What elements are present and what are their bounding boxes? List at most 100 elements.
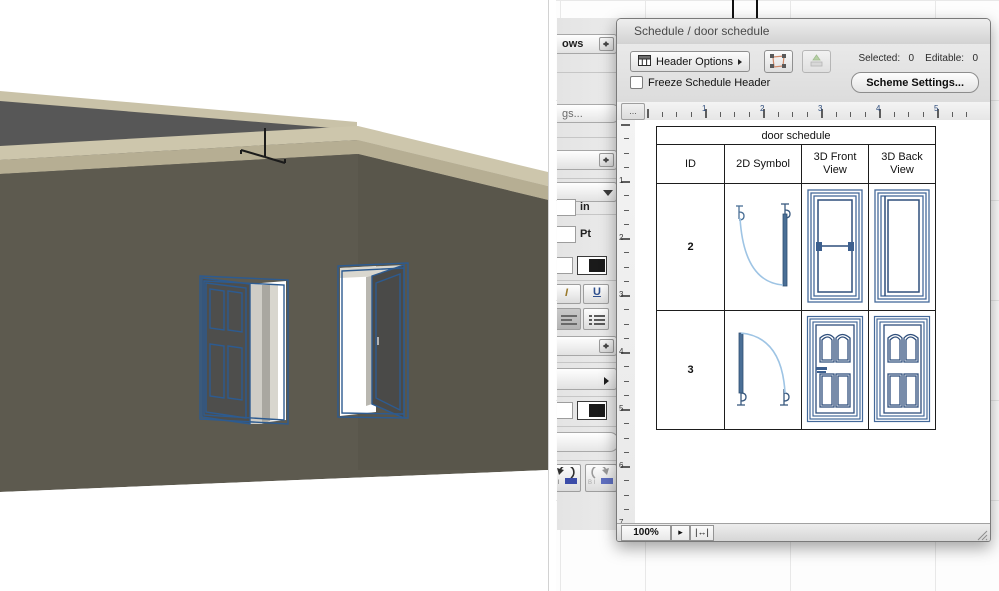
header-options-button[interactable]: Header Options [630,51,750,72]
ruler-tick [624,509,629,510]
door-swing-right-arc-icon [728,313,798,425]
scheme-settings-label: Scheme Settings... [866,77,964,89]
line-spacing-combo[interactable] [557,336,617,356]
ruler-tick [624,338,629,339]
schedule-sheet: door schedule ID 2D Symbol 3D Front View… [656,126,936,430]
settings-button[interactable]: gs... [557,104,621,123]
list-align-button[interactable] [583,308,609,330]
ruler-tick [624,138,629,139]
rows-combo[interactable]: ows [557,34,617,54]
rows-stepper[interactable] [599,37,614,51]
export-button[interactable] [802,50,831,73]
margin-pt-field[interactable] [557,226,576,243]
underline-button[interactable]: U [583,284,609,304]
ruler-tick [624,153,629,154]
font-size-combo[interactable] [557,150,617,170]
cell-id-row1: 2 [657,184,725,311]
four-panel-door-back-icon [872,314,932,424]
door-swing-left-arc-icon [728,186,798,306]
zoom-level-field[interactable]: 100% [621,525,671,541]
column-header-2d-symbol: 2D Symbol [725,145,802,184]
ruler-tick [624,480,629,481]
ruler-tick [624,281,629,282]
column-header-3d-back-line2: View [890,164,914,176]
zoom-popup-button[interactable]: ▸ [671,525,690,541]
four-panel-door-front-icon [805,314,865,424]
italic-button[interactable]: I [557,284,581,304]
ruler-tick [624,167,629,168]
ruler-number: 1 [702,104,706,113]
pen-field-1[interactable] [557,257,573,274]
door-left-3d [200,276,288,424]
horizontal-ruler[interactable]: ... 12345 [617,102,990,121]
font-size-stepper[interactable] [599,153,614,167]
more-options-button[interactable] [557,368,617,390]
cell-id-row2: 3 [657,311,725,430]
schedule-table[interactable]: door schedule ID 2D Symbol 3D Front View… [656,126,936,430]
ruler-number: 5 [619,404,623,413]
line-spacing-stepper[interactable] [599,339,614,353]
checkbox-box[interactable] [630,76,643,89]
ruler-tick [734,112,735,117]
ruler-number: 5 [934,104,938,113]
fill-swatch-2[interactable] [577,401,607,420]
vertical-ruler[interactable]: 1234567 [617,120,636,524]
ruler-number: 2 [760,104,764,113]
align-left-button[interactable] [557,308,581,330]
ruler-number: 1 [619,176,623,185]
palette-divider-8 [557,426,625,427]
freeze-schedule-header-label: Freeze Schedule Header [648,77,770,89]
selection-marquee-button[interactable] [764,50,793,73]
ruler-tick [908,112,909,117]
selected-value: 0 [908,53,914,64]
viewport-edge [548,0,549,591]
schedule-canvas[interactable]: door schedule ID 2D Symbol 3D Front View… [635,120,990,524]
apply-button[interactable] [557,432,619,452]
ruler-number: 2 [619,233,623,242]
table-row[interactable]: 3 [657,311,936,430]
grid-line-h [556,0,999,1]
ruler-tick [624,495,629,496]
table-row[interactable]: 2 [657,184,936,311]
rows-combo-label: ows [562,38,583,50]
chevron-down-icon [603,190,613,196]
settings-button-label: gs... [562,108,583,120]
ruler-number: 6 [619,461,623,470]
page-break-mark [756,0,758,18]
ruler-tick [691,112,692,117]
cell-3d-front-row2 [802,311,869,430]
cell-3d-back-row2 [869,311,936,430]
scheme-settings-button[interactable]: Scheme Settings... [851,72,979,93]
ruler-number: 4 [619,347,623,356]
window-titlebar[interactable]: Schedule / door schedule [617,19,990,45]
redo-button[interactable]: B I [585,464,617,492]
export-green-icon [810,54,823,73]
ruler-tick [720,112,721,117]
3d-viewport[interactable] [0,0,556,591]
table-title-row: door schedule [657,127,936,145]
ruler-tick [923,112,924,117]
ruler-tick [624,324,629,325]
column-header-3d-back-view: 3D Back View [869,145,936,184]
undo-button[interactable]: B I [557,464,581,492]
chevron-right-icon [738,59,742,65]
freeze-schedule-header-checkbox[interactable]: Freeze Schedule Header [630,76,770,89]
selection-marquee-icon [770,54,787,74]
fit-width-button[interactable]: |↔| [690,525,714,541]
ruler-corner-button[interactable]: ... [621,103,645,120]
ruler-tick [624,267,629,268]
ruler-tick [894,112,895,117]
resize-grip-icon[interactable] [977,528,988,539]
ruler-tick [624,210,629,211]
fill-swatch-1[interactable] [577,256,607,275]
unit-pt-label: Pt [580,228,591,240]
margin-in-field[interactable] [557,199,576,216]
ruler-tick [807,112,808,117]
ruler-tick [662,112,663,117]
schedule-window[interactable]: Schedule / door schedule Header Options [616,18,991,542]
palette-divider-9 [557,460,625,461]
italic-label: I [565,287,568,299]
pen-field-2[interactable] [557,402,573,419]
ruler-tick [624,252,629,253]
ruler-tick [676,112,677,117]
